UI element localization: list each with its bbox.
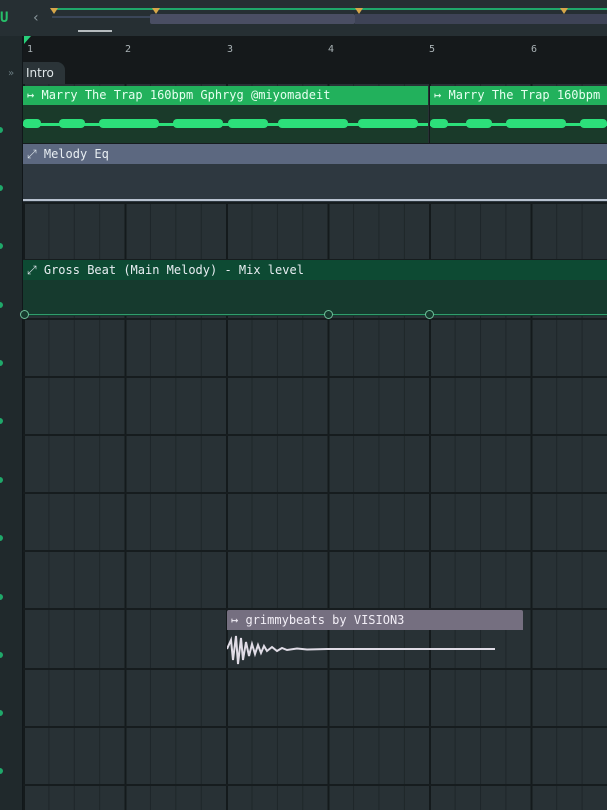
track-separator [23,668,607,670]
track-separator [23,550,607,552]
overview-position-indicator [78,30,112,32]
waveform-peak [430,119,448,128]
play-arrow-icon: ↦ [434,88,442,102]
track-header-gutter[interactable]: » [0,36,23,810]
track-separator [23,202,607,204]
playlist-overview[interactable]: U ‹ [0,0,607,36]
playlist-window: U ‹ » 1 2 3 4 5 6 Intro ↦ Marry The Trap… [0,0,607,810]
overview-line [52,8,607,10]
automation-clip-body[interactable] [23,164,607,202]
timeline-ruler[interactable]: 1 2 3 4 5 6 [23,36,607,62]
marker-intro[interactable]: Intro [23,62,65,84]
playhead-marker[interactable] [24,36,31,44]
play-arrow-icon: ↦ [27,88,35,102]
track-separator [23,726,607,728]
bar-number: 3 [227,44,234,55]
automation-clip-header[interactable]: ⤢ Melody Eq [23,144,607,164]
audio-clip-header[interactable]: ↦ Marry The Trap 160bpm [430,86,607,105]
marker-label: Intro [26,66,54,80]
bar-number: 2 [125,44,132,55]
automation-curve-icon: ⤢ [27,147,37,161]
automation-clip-header[interactable]: ⤢ Gross Beat (Main Melody) - Mix level [23,260,607,280]
waveform-peak [358,119,418,128]
audio-clip-waveform[interactable] [430,105,607,143]
audio-clip-waveform[interactable] [23,105,428,143]
waveform-peak [173,119,223,128]
waveform-peak [580,119,607,128]
bar-number: 6 [531,44,538,55]
waveform-peak [466,119,492,128]
clip-label: Gross Beat (Main Melody) - Mix level [43,263,304,277]
waveform-peak [59,119,85,128]
clip-label: grimmybeats by VISION3 [245,613,405,627]
track-separator [23,784,607,786]
snap-magnet-icon[interactable]: U [0,10,14,26]
waveform-peak [23,119,41,128]
track-separator [23,492,607,494]
clip-label: Marry The Trap 160bpm Gphryg @miyomadeit [41,88,331,102]
clip-label: Marry The Trap 160bpm [448,88,601,102]
clip-label: Melody Eq [43,147,109,161]
double-chevron-icon[interactable]: » [0,68,22,79]
track-separator [23,318,607,320]
bar-number: 4 [328,44,335,55]
overview-marker [50,8,58,14]
automation-point[interactable] [425,310,434,319]
automation-clip-body[interactable] [23,280,607,316]
automation-point[interactable] [324,310,333,319]
bar-number: 5 [429,44,436,55]
play-arrow-icon: ↦ [231,613,239,627]
automation-curve-icon: ⤢ [27,263,37,277]
automation-line[interactable] [23,314,607,315]
chevron-left-icon[interactable]: ‹ [26,8,46,28]
overview-scroll-track[interactable] [355,14,607,24]
marker-row[interactable]: Intro [23,62,607,84]
track-separator [23,376,607,378]
automation-point[interactable] [20,310,29,319]
track-separator [23,434,607,436]
waveform [227,635,495,665]
overview-scroll-thumb[interactable] [150,14,355,24]
bar-number: 1 [27,44,34,55]
waveform-peak [228,119,268,128]
audio-clip-header[interactable]: ↦ Marry The Trap 160bpm Gphryg @miyomade… [23,86,428,105]
automation-line[interactable] [23,199,607,201]
waveform-peak [278,119,348,128]
waveform-peak [506,119,566,128]
waveform-peak [99,119,159,128]
audio-clip-header[interactable]: ↦ grimmybeats by VISION3 [227,610,523,630]
audio-clip-waveform[interactable] [227,630,523,668]
